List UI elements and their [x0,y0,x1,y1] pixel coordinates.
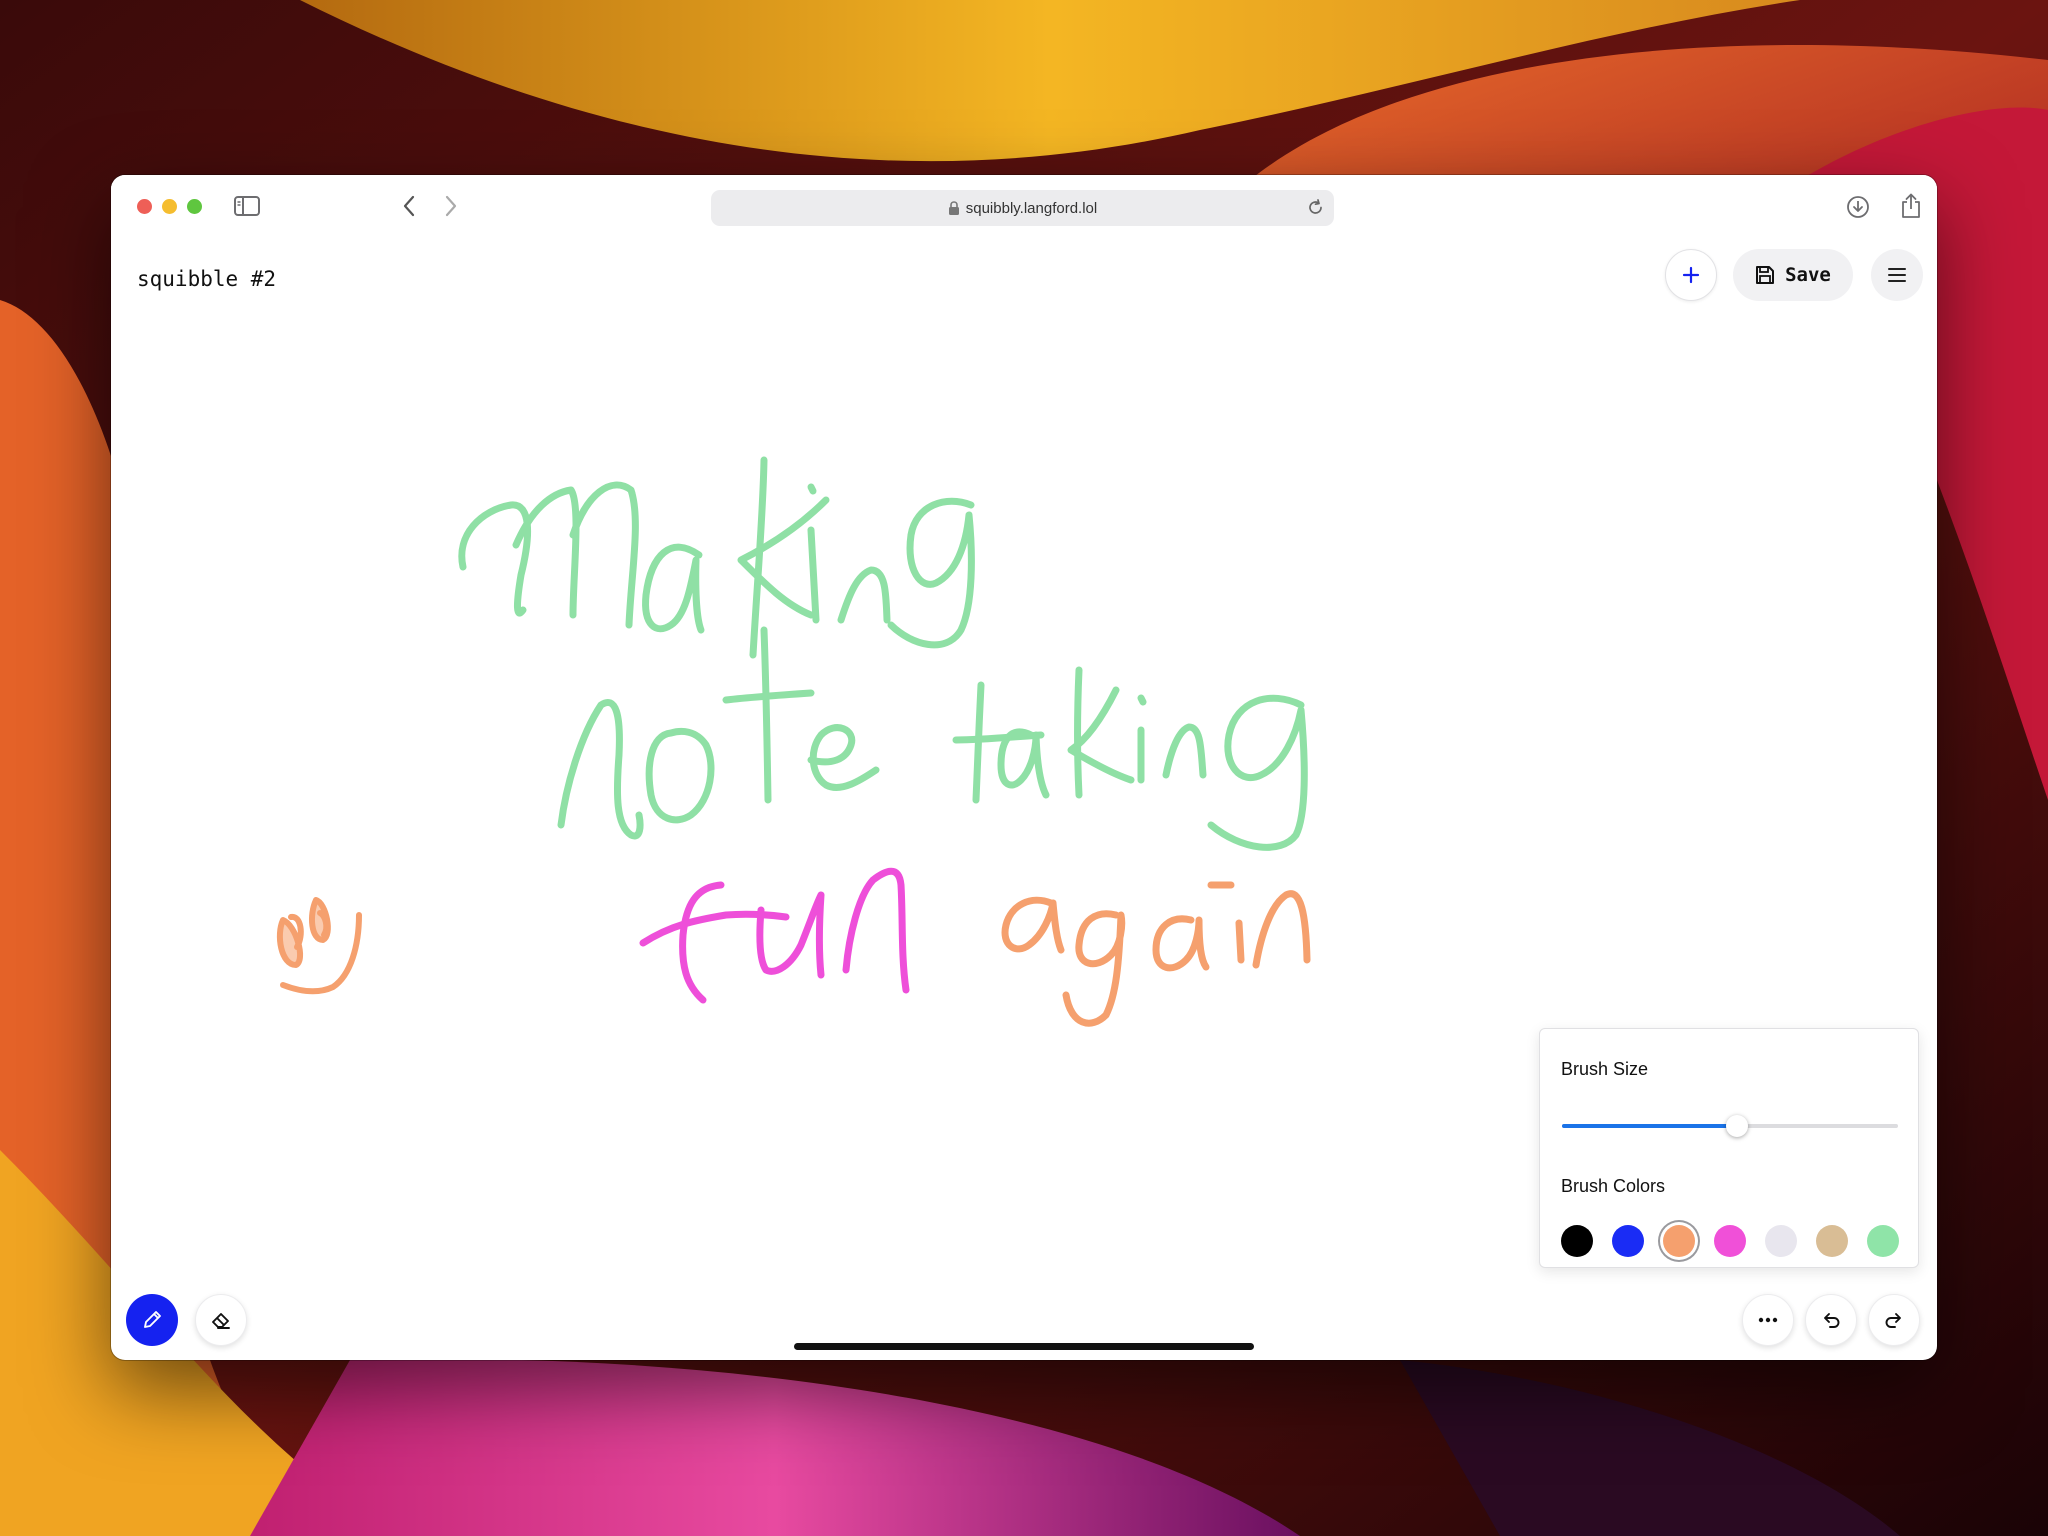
redo-button[interactable] [1868,1294,1920,1346]
brush-size-label: Brush Size [1561,1059,1649,1079]
undo-icon [1821,1310,1841,1330]
color-swatch[interactable] [1561,1225,1593,1257]
redo-icon [1884,1310,1904,1330]
pencil-icon [141,1309,163,1331]
handwritten-note-taking [557,626,1308,851]
handwritten-making [458,456,975,659]
brush-size-slider-thumb[interactable] [1725,1115,1748,1137]
color-swatch[interactable] [1867,1225,1899,1257]
pen-tool-button[interactable] [126,1294,178,1346]
eraser-icon [210,1309,232,1331]
home-indicator [794,1343,1254,1350]
browser-window: squibbly.langford.lol squibble #2 Save B… [111,175,1937,1360]
color-swatch[interactable] [1612,1225,1644,1257]
color-swatch[interactable] [1765,1225,1797,1257]
eraser-tool-button[interactable] [195,1294,247,1346]
color-swatch[interactable] [1714,1225,1746,1257]
color-swatch[interactable] [1816,1225,1848,1257]
more-options-button[interactable] [1742,1294,1794,1346]
handwritten-again [1001,881,1311,1027]
ellipsis-icon [1758,1317,1778,1323]
color-swatch[interactable] [1663,1225,1695,1257]
brush-colors-label: Brush Colors [1561,1176,1666,1196]
handwritten-fun [639,867,910,1004]
brush-size-slider-fill [1562,1124,1737,1128]
doodle-smiley [276,897,362,995]
undo-button[interactable] [1805,1294,1857,1346]
brush-settings-panel: Brush Size Brush Colors [1539,1028,1919,1268]
